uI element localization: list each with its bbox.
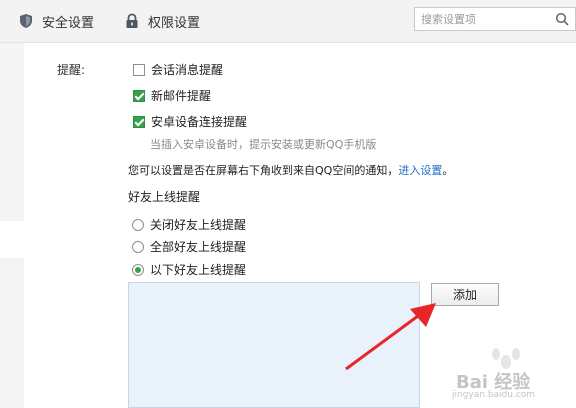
radio-label: 全部好友上线提醒 [150,240,247,254]
qzone-notice-text: 您可以设置是否在屏幕右下角收到来自QQ空间的通知， [128,164,399,177]
tab-security[interactable]: 安全设置 [18,0,94,42]
radio-friend-off[interactable]: 关闭好友上线提醒 [132,216,246,233]
radio-label: 以下好友上线提醒 [150,263,247,277]
search-input[interactable] [415,8,551,30]
tab-permission[interactable]: 权限设置 [124,0,200,42]
radio-label: 关闭好友上线提醒 [150,218,247,232]
checkbox[interactable] [133,89,145,102]
checkbox-label: 会话消息提醒 [151,63,224,77]
reminders-title: 提醒: [57,63,86,77]
radio[interactable] [132,263,144,276]
checkbox-mail-reminder[interactable]: 新邮件提醒 [133,87,211,104]
radio-friend-all[interactable]: 全部好友上线提醒 [132,238,246,255]
checkbox-android-reminder[interactable]: 安卓设备连接提醒 [133,113,247,130]
watermark-sub: jingyan.baidu.com [452,390,536,400]
qzone-settings-link[interactable]: 进入设置 [398,164,442,177]
tab-security-label: 安全设置 [42,15,95,31]
checkbox-label: 新邮件提醒 [151,89,212,103]
radio[interactable] [132,240,144,253]
friend-online-title: 好友上线提醒 [128,190,201,204]
search-icon[interactable] [555,12,569,26]
search-box [414,7,576,31]
checkbox[interactable] [133,63,145,76]
qzone-notice: 您可以设置是否在屏幕右下角收到来自QQ空间的通知，进入设置。 [128,162,453,178]
radio-friend-selected[interactable]: 以下好友上线提醒 [132,261,246,278]
shield-icon [18,13,34,29]
tab-permission-label: 权限设置 [148,15,201,31]
annotation-arrow-icon [345,303,436,371]
left-panel-strip [0,258,24,408]
top-bar: 安全设置 权限设置 [0,0,576,43]
qzone-notice-end: 。 [442,164,454,177]
radio[interactable] [132,218,144,231]
checkbox-label: 安卓设备连接提醒 [151,115,248,129]
lock-icon [124,13,140,29]
checkbox-chat-reminder[interactable]: 会话消息提醒 [133,61,223,78]
left-panel-strip [0,43,24,221]
checkbox[interactable] [133,115,145,128]
android-hint: 当插入安卓设备时，提示安装或更新QQ手机版 [150,138,377,151]
